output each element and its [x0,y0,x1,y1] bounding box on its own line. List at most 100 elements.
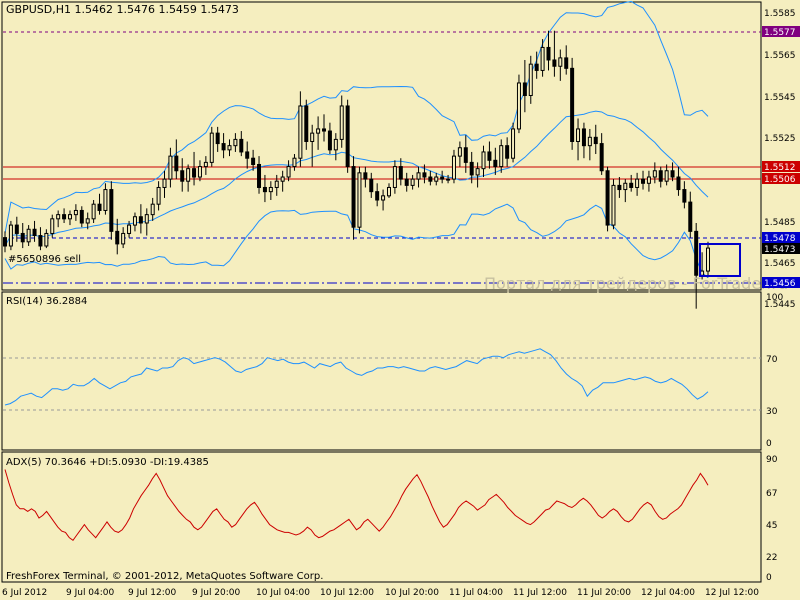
candle-body [511,128,516,159]
candle-body [670,170,675,178]
rsi-line [4,348,709,406]
candle-body [26,228,31,243]
candle-body [351,166,356,228]
candle-body [44,232,49,247]
candle-body [103,189,108,211]
candle-body [268,186,273,193]
candle-body [286,166,291,178]
candle-body [245,151,250,159]
adx-tick: 90 [766,455,778,465]
candle-body [3,237,7,247]
candle-body [576,128,581,142]
candle-body [505,145,510,159]
candle-body [327,130,332,151]
candle-body [493,159,498,168]
adx-tick: 45 [766,521,777,531]
candle-body [664,170,669,182]
candle-body [322,128,327,132]
candle-body [121,232,126,245]
candle-body [8,224,13,247]
candle-body [587,136,592,147]
candle-body [481,151,486,170]
candle-body [363,172,368,180]
candle-body [239,138,244,153]
candle-body [516,82,521,130]
candle-body [534,63,539,71]
candle-body [215,132,220,145]
candle-body [292,157,297,168]
rsi-axis: 100 70 30 0 [766,293,783,449]
candle-body [599,143,604,172]
candle-body [144,214,149,224]
rsi-tick: 30 [766,407,778,417]
candle-body [262,186,267,193]
adx-header: ADX(5) 70.3646 +DI:5.0930 -DI:19.4385 [6,457,209,468]
time-tick: 10 Jul 12:00 [320,588,374,598]
candle-body [635,178,640,188]
candle-body [333,138,338,151]
candle-body [416,172,421,180]
candle-body [451,155,456,180]
rsi-header: RSI(14) 36.2884 [6,296,87,307]
candle-body [257,163,262,188]
candle-body [345,105,350,168]
watermark: Портал для трейдеров - ForTrader.ru [484,274,788,293]
candle-body [20,232,25,243]
candle-body [180,170,185,182]
candle-body [564,57,569,69]
candle-body [67,214,72,220]
footer-copyright: FreshForex Terminal, © 2001-2012, MetaQu… [6,571,323,582]
candle-body [605,170,610,226]
candle-body [440,176,445,180]
price-tick: 1.5565 [764,51,796,61]
time-tick: 12 Jul 04:00 [641,588,695,598]
price-tick: 1.5585 [764,9,796,19]
candle-body [62,214,67,220]
candle-body [475,168,480,176]
level-label: 1.5456 [764,279,796,289]
candle-body [280,176,285,182]
rsi-tick: 100 [766,293,783,303]
candle-body [552,59,557,67]
level-label: 1.5506 [764,175,796,185]
time-axis: 6 Jul 2012 9 Jul 04:00 9 Jul 12:00 9 Jul… [2,588,759,598]
rsi-panel-frame [1,291,762,451]
candle-body [404,178,409,186]
candle-body [304,105,309,142]
time-tick: 11 Jul 12:00 [513,588,567,598]
candle-body [641,178,646,184]
candle-body [593,136,598,145]
candle-body [457,147,462,157]
rsi-series [4,348,709,406]
trading-chart[interactable]: GBPUSD,H1 1.5462 1.5476 1.5459 1.5473 #5… [0,0,800,600]
candle-body [162,178,167,188]
candle-body [499,145,504,168]
candle-body [463,147,468,163]
candle-body [310,132,315,142]
price-axis: 1.5585 1.5565 1.5545 1.5525 1.5485 1.546… [764,9,796,310]
candle-body [209,132,214,163]
candle-body [109,189,114,232]
candle-body [369,178,374,193]
candle-body [115,230,120,245]
candle-body [50,218,55,234]
candle-body [227,145,232,151]
candle-body [316,128,321,134]
candle-body [652,170,657,178]
candle-body [221,143,226,151]
adx-line [4,469,709,541]
price-tick: 1.5465 [764,259,796,269]
candle-body [138,216,143,224]
candle-body [629,182,634,188]
time-tick: 11 Jul 20:00 [577,588,631,598]
candle-body [375,191,380,201]
adx-panel-frame [1,451,762,583]
candle-body [398,166,403,180]
candle-body [38,235,43,247]
time-tick: 12 Jul 12:00 [705,588,759,598]
candle-body [386,186,391,197]
price-tick: 1.5545 [764,93,796,103]
rsi-tick: 70 [766,355,778,365]
candle-body [357,172,362,228]
candle-body [197,166,202,178]
